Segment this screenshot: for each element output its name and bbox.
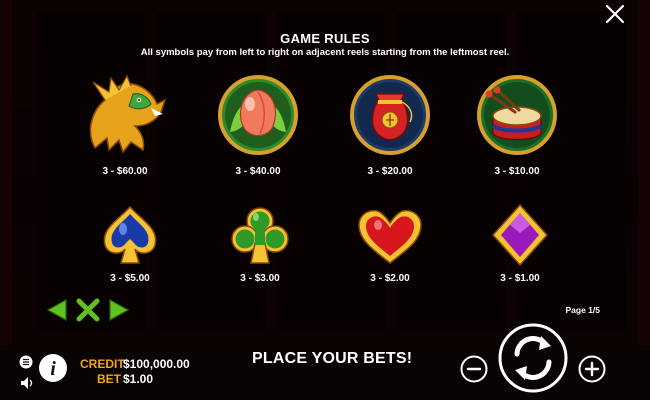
symbol-payout: 3 - $20.00 [367, 166, 413, 177]
paytable-item-drum: 3 - $10.00 [467, 70, 567, 177]
page-indicator: Page 1/5 [565, 305, 601, 315]
spade-icon [103, 205, 157, 264]
bet-label: BET [97, 372, 121, 386]
symbol-payout: 3 - $5.00 [110, 273, 150, 284]
close-rules-x-icon[interactable] [75, 297, 101, 323]
credit-label: CREDIT [80, 357, 125, 371]
club-icon [231, 207, 289, 264]
credit-value: $100,000.00 [123, 357, 190, 371]
symbol-payout: 3 - $1.00 [500, 273, 540, 284]
svg-text:i: i [50, 358, 56, 380]
decrease-bet-minus-icon[interactable] [460, 355, 488, 383]
symbol-payout: 3 - $3.00 [240, 273, 280, 284]
symbol-payout: 3 - $2.00 [370, 273, 410, 284]
next-page-arrow-icon[interactable] [106, 297, 132, 323]
symbol-payout: 3 - $60.00 [102, 166, 148, 177]
diamond-icon [491, 203, 549, 267]
heart-icon [358, 209, 422, 264]
paytable-item-club: 3 - $3.00 [210, 203, 310, 284]
symbol-payout: 3 - $10.00 [494, 166, 540, 177]
menu-icon[interactable] [19, 355, 33, 369]
paytable-item-money-bag: 3 - $20.00 [340, 70, 440, 177]
symbol-payout: 3 - $40.00 [235, 166, 281, 177]
paytable-item-dragon: 3 - $60.00 [75, 70, 175, 177]
info-icon[interactable]: i [38, 353, 68, 383]
money-bag-icon [350, 75, 430, 155]
dragon-icon [89, 74, 167, 154]
previous-page-arrow-icon[interactable] [44, 297, 70, 323]
spin-button-icon[interactable] [497, 322, 569, 394]
paytable-item-heart: 3 - $2.00 [340, 203, 440, 284]
drum-icon [477, 75, 557, 155]
close-icon[interactable] [604, 3, 626, 25]
paytable-item-diamond: 3 - $1.00 [470, 203, 570, 284]
game-screen: GAME RULES All symbols pay from left to … [0, 0, 650, 400]
peach-icon [218, 75, 298, 155]
bet-value: $1.00 [123, 372, 154, 386]
status-message: PLACE YOUR BETS! [252, 350, 413, 367]
dialog-subtitle: All symbols pay from left to right on ad… [140, 47, 510, 58]
paytable-item-peach: 3 - $40.00 [208, 70, 308, 177]
increase-bet-plus-icon[interactable] [578, 355, 606, 383]
sound-icon[interactable] [20, 376, 36, 390]
paytable-item-spade: 3 - $5.00 [80, 203, 180, 284]
dialog-title: GAME RULES [280, 31, 370, 46]
